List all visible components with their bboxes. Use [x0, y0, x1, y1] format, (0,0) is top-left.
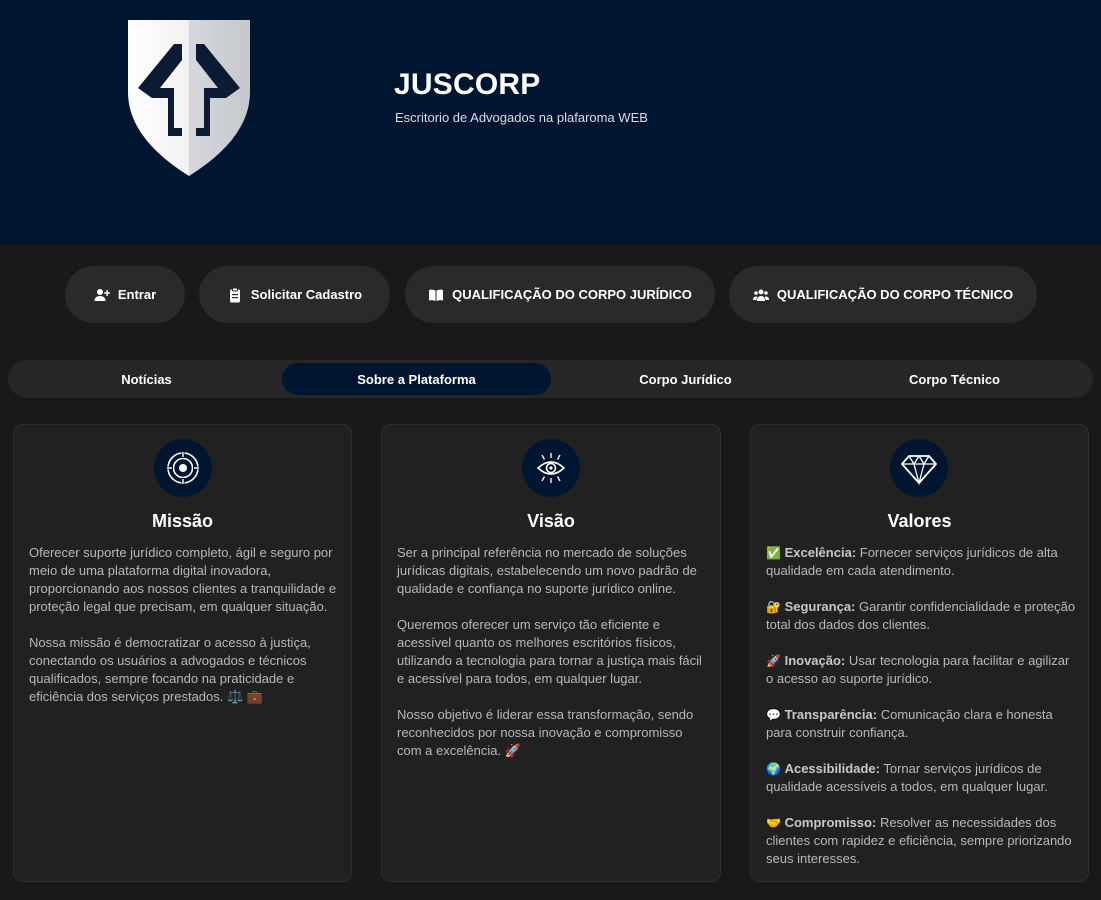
legal-team-qualification-label: QUALIFICAÇÃO DO CORPO JURÍDICO: [452, 287, 692, 302]
tab-noticias-label: Notícias: [121, 371, 172, 387]
legal-team-qualification-button[interactable]: QUALIFICAÇÃO DO CORPO JURÍDICO: [405, 266, 715, 323]
value-name: Segurança:: [784, 599, 856, 614]
diamond-icon: [890, 439, 948, 497]
lock-icon: 🔐: [766, 600, 781, 614]
section-tabs: Notícias Sobre a Plataforma Corpo Jurídi…: [8, 360, 1093, 398]
tab-noticias[interactable]: Notícias: [12, 363, 281, 395]
value-name: Acessibilidade:: [784, 761, 880, 776]
tab-corpo-tecnico-label: Corpo Técnico: [908, 371, 1000, 387]
technical-team-qualification-label: QUALIFICAÇÃO DO CORPO TÉCNICO: [776, 287, 1014, 302]
value-item: 💬 Transparência: Comunicação clara e hon…: [766, 706, 1076, 742]
vision-body: Ser a principal referência no mercado de…: [397, 544, 708, 778]
mission-title: Missão: [151, 511, 214, 531]
technical-team-qualification-button[interactable]: QUALIFICAÇÃO DO CORPO TÉCNICO: [729, 266, 1037, 323]
value-name: Inovação:: [784, 653, 846, 668]
check-icon: ✅: [766, 546, 781, 560]
site-header: JUSCORP Escritorio de Advogados na plafa…: [0, 0, 1101, 244]
mission-card: Missão Oferecer suporte jurídico complet…: [13, 424, 352, 882]
values-title: Valores: [887, 511, 952, 531]
request-signup-button[interactable]: Solicitar Cadastro: [199, 266, 390, 323]
shield-logo-icon: [128, 20, 250, 176]
tab-corpo-tecnico[interactable]: Corpo Técnico: [820, 363, 1089, 395]
vision-title: Visão: [527, 511, 575, 531]
site-title: JUSCORP: [394, 68, 541, 101]
vision-paragraph: Queremos oferecer um serviço tão eficien…: [397, 617, 702, 686]
rocket-icon: 🚀: [766, 654, 781, 668]
users-icon: [752, 289, 769, 301]
handshake-icon: 🤝: [766, 816, 781, 830]
vision-card: Visão Ser a principal referência no merc…: [381, 424, 721, 882]
value-name: Excelência:: [784, 545, 857, 560]
user-plus-icon: [94, 288, 110, 301]
request-signup-label: Solicitar Cadastro: [250, 287, 363, 302]
value-item: 🤝 Compromisso: Resolver as necessidades …: [766, 814, 1076, 868]
globe-icon: 🌍: [766, 762, 781, 776]
values-body: ✅ Excelência: Fornecer serviços jurídico…: [766, 544, 1076, 886]
value-name: Compromisso:: [784, 815, 877, 830]
value-item: 🚀 Inovação: Usar tecnologia para facilit…: [766, 652, 1076, 688]
eye-icon: [522, 439, 580, 497]
book-open-icon: [429, 289, 444, 301]
login-button[interactable]: Entrar: [65, 266, 185, 323]
value-item: ✅ Excelência: Fornecer serviços jurídico…: [766, 544, 1076, 580]
values-card: Valores ✅ Excelência: Fornecer serviços …: [750, 424, 1089, 882]
mission-body: Oferecer suporte jurídico completo, ágil…: [29, 544, 339, 724]
value-item: 🔐 Segurança: Garantir confidencialidade …: [766, 598, 1076, 634]
speech-bubble-icon: 💬: [766, 708, 781, 722]
tab-sobre-plataforma[interactable]: Sobre a Plataforma: [282, 363, 551, 395]
tab-corpo-juridico[interactable]: Corpo Jurídico: [551, 363, 820, 395]
tab-corpo-juridico-label: Corpo Jurídico: [639, 371, 732, 387]
login-button-label: Entrar: [117, 287, 157, 302]
value-name: Transparência:: [784, 707, 878, 722]
vision-paragraph: Ser a principal referência no mercado de…: [397, 545, 697, 596]
mission-paragraph: Oferecer suporte jurídico completo, ágil…: [29, 545, 337, 614]
tab-sobre-plataforma-label: Sobre a Plataforma: [357, 371, 476, 387]
vision-paragraph: Nosso objetivo é liderar essa transforma…: [397, 707, 694, 758]
clipboard-icon: [229, 287, 240, 302]
site-subtitle: Escritorio de Advogados na plafaroma WEB: [395, 110, 648, 125]
value-item: 🌍 Acessibilidade: Tornar serviços jurídi…: [766, 760, 1076, 796]
mission-paragraph: Nossa missão é democratizar o acesso à j…: [29, 635, 311, 704]
target-icon: [154, 439, 212, 497]
